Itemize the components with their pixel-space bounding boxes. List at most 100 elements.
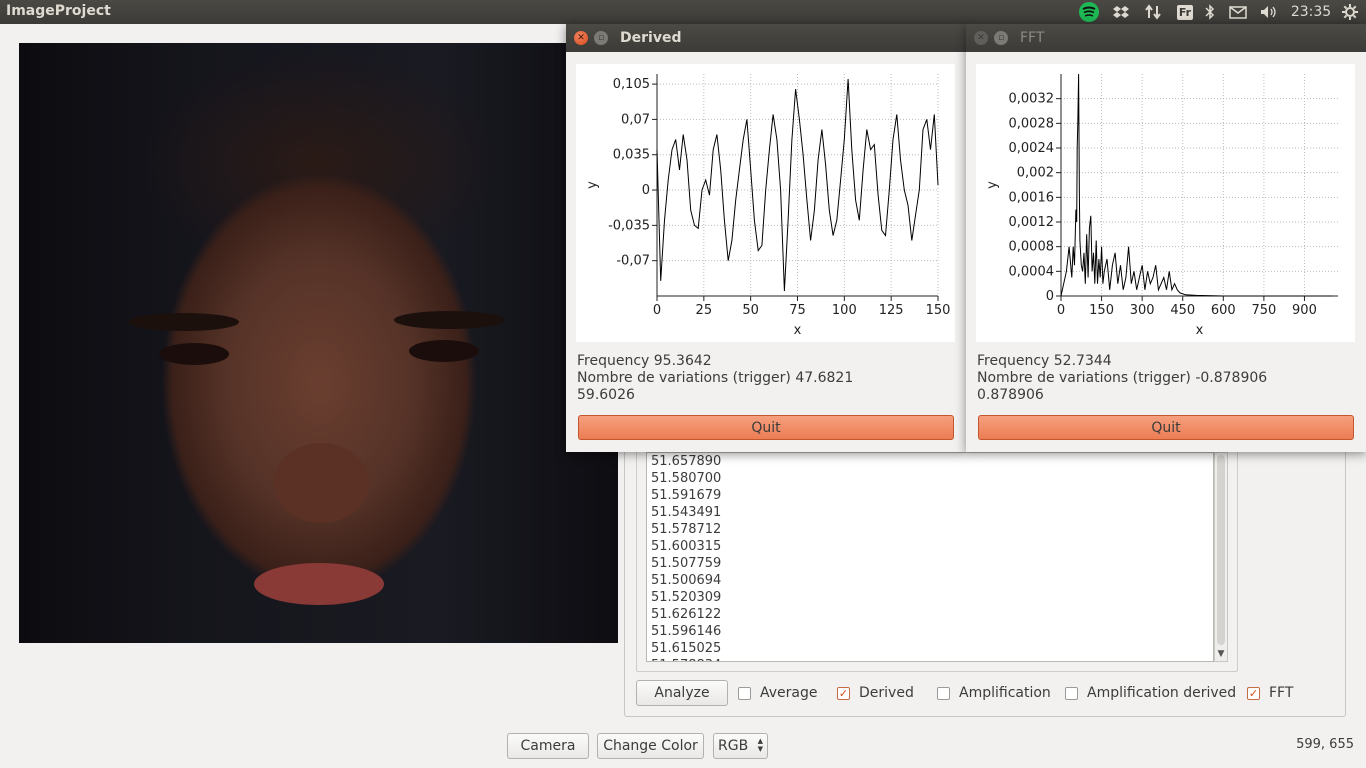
color-mode-select[interactable]: RGB ▲ ▼ bbox=[713, 733, 768, 759]
spin-arrows-icon: ▲ ▼ bbox=[757, 737, 763, 753]
x-tick-label: 100 bbox=[832, 303, 857, 318]
y-tick-label: 0 bbox=[642, 183, 650, 198]
y-tick-label: 0,105 bbox=[613, 77, 650, 92]
derived-plot: 0 25 50 75 100 125 150 0,105 0,07 0,035 0 -0,035 -0,… bbox=[576, 64, 955, 342]
network-icon[interactable] bbox=[1143, 2, 1163, 22]
app-title: ImageProject bbox=[6, 3, 111, 19]
x-tick-label: 150 bbox=[1089, 303, 1114, 318]
y-tick-label: -0,07 bbox=[616, 254, 650, 269]
face-lips bbox=[254, 563, 384, 605]
minimize-icon[interactable]: ▫ bbox=[594, 31, 608, 45]
face-right-eye bbox=[409, 340, 479, 362]
y-tick-label: 0,0004 bbox=[1009, 264, 1055, 279]
amplification-checkbox-box[interactable] bbox=[937, 686, 950, 700]
x-tick-label: 50 bbox=[742, 303, 759, 318]
settings-gear-icon[interactable] bbox=[1340, 2, 1360, 22]
derived-window-titlebar[interactable]: ✕ ▫ Derived bbox=[566, 24, 966, 52]
scrollbar-thumb[interactable] bbox=[1217, 455, 1225, 645]
x-tick-label: 75 bbox=[789, 303, 806, 318]
y-tick-label: 0,0016 bbox=[1009, 190, 1055, 205]
y-axis-label: y bbox=[585, 181, 600, 189]
y-tick-label: 0,0024 bbox=[1009, 141, 1055, 156]
dropbox-icon[interactable] bbox=[1111, 2, 1131, 22]
amplification-derived-checkbox[interactable]: Amplification derived bbox=[1065, 684, 1236, 702]
derived-checkbox-box[interactable]: ✓ bbox=[837, 686, 850, 700]
close-icon[interactable]: ✕ bbox=[974, 31, 988, 45]
fft-checkbox-box[interactable]: ✓ bbox=[1247, 686, 1260, 700]
fft-quit-button[interactable]: Quit bbox=[978, 415, 1354, 440]
amplification-checkbox-label: Amplification bbox=[959, 685, 1051, 701]
derived-variations: Nombre de variations (trigger) 47.6821 bbox=[577, 370, 854, 386]
list-item[interactable]: 51.507759 bbox=[647, 555, 1213, 572]
amplification-checkbox[interactable]: Amplification bbox=[937, 684, 1051, 702]
derived-frequency: Frequency 95.3642 bbox=[577, 353, 712, 369]
list-item[interactable]: 51.520309 bbox=[647, 589, 1213, 606]
change-color-button[interactable]: Change Color bbox=[597, 733, 704, 759]
list-item[interactable]: 51.596146 bbox=[647, 623, 1213, 640]
color-mode-value: RGB bbox=[718, 738, 749, 754]
x-axis-label: x bbox=[1196, 323, 1204, 338]
minimize-icon[interactable]: ▫ bbox=[994, 31, 1008, 45]
y-tick-label: 0,0032 bbox=[1009, 92, 1055, 107]
derived-window: ✕ ▫ Derived 0 25 50 75 100 125 150 0,105 0,07 0,0… bbox=[566, 24, 966, 452]
list-item[interactable]: 51.578834 bbox=[647, 657, 1213, 661]
volume-icon[interactable] bbox=[1259, 2, 1279, 22]
face-nose bbox=[274, 443, 369, 523]
fft-checkbox[interactable]: ✓ FFT bbox=[1247, 684, 1293, 702]
fft-checkbox-label: FFT bbox=[1269, 685, 1294, 701]
fft-window-title: FFT bbox=[1020, 30, 1045, 46]
values-list-scrollbar[interactable]: ▼ bbox=[1214, 452, 1228, 662]
y-tick-label: 0 bbox=[1046, 289, 1054, 304]
camera-button[interactable]: Camera bbox=[507, 733, 589, 759]
fft-extra-value: 0.878906 bbox=[977, 387, 1044, 403]
list-item[interactable]: 51.543491 bbox=[647, 504, 1213, 521]
close-icon[interactable]: ✕ bbox=[574, 31, 588, 45]
fft-variations: Nombre de variations (trigger) -0.878906 bbox=[977, 370, 1268, 386]
y-axis-label: y bbox=[985, 181, 1000, 189]
analyze-button[interactable]: Analyze bbox=[636, 680, 728, 706]
y-tick-label: 0,0028 bbox=[1009, 116, 1055, 131]
face-right-brow bbox=[394, 311, 504, 329]
y-tick-label: -0,035 bbox=[608, 218, 650, 233]
bluetooth-icon[interactable] bbox=[1202, 2, 1218, 22]
y-tick-label: 0,0008 bbox=[1009, 240, 1055, 255]
keyboard-layout-label: Fr bbox=[1176, 4, 1194, 20]
list-item[interactable]: 51.600315 bbox=[647, 538, 1213, 555]
values-list[interactable]: 51.657890 51.580700 51.591679 51.543491 51.5… bbox=[646, 452, 1214, 662]
fft-chart-svg: 0 150 300 450 600 750 900 0,0032 0,0028 0,0024 0,0… bbox=[985, 73, 1338, 338]
average-checkbox-box[interactable] bbox=[738, 686, 751, 700]
list-item[interactable]: 51.626122 bbox=[647, 606, 1213, 623]
x-tick-label: 300 bbox=[1130, 303, 1155, 318]
spotify-icon[interactable] bbox=[1077, 2, 1101, 22]
list-item[interactable]: 51.591679 bbox=[647, 487, 1213, 504]
list-item[interactable]: 51.615025 bbox=[647, 640, 1213, 657]
y-tick-label: 0,002 bbox=[1017, 166, 1054, 181]
list-item[interactable]: 51.500694 bbox=[647, 572, 1213, 589]
top-panel: ImageProject Fr 23:35 bbox=[0, 0, 1366, 24]
x-tick-label: 750 bbox=[1251, 303, 1276, 318]
clock[interactable]: 23:35 bbox=[1289, 2, 1333, 22]
derived-extra-value: 59.6026 bbox=[577, 387, 635, 403]
x-tick-label: 600 bbox=[1211, 303, 1236, 318]
amplification-derived-checkbox-label: Amplification derived bbox=[1087, 685, 1237, 701]
y-tick-label: 0,0012 bbox=[1009, 215, 1055, 230]
list-item[interactable]: 51.578712 bbox=[647, 521, 1213, 538]
face-left-brow bbox=[129, 313, 239, 331]
scroll-down-arrow-icon[interactable]: ▼ bbox=[1215, 647, 1227, 661]
mail-icon[interactable] bbox=[1228, 2, 1248, 22]
list-item[interactable]: 51.657890 bbox=[647, 453, 1213, 470]
derived-chart-svg: 0 25 50 75 100 125 150 0,105 0,07 0,035 0 -0,035 -0,… bbox=[585, 74, 951, 338]
x-tick-label: 125 bbox=[879, 303, 904, 318]
x-axis-label: x bbox=[794, 323, 802, 338]
fft-frequency: Frequency 52.7344 bbox=[977, 353, 1112, 369]
amplification-derived-checkbox-box[interactable] bbox=[1065, 686, 1078, 700]
fft-window-titlebar[interactable]: ✕ ▫ FFT bbox=[966, 24, 1366, 52]
derived-checkbox-label: Derived bbox=[859, 685, 914, 701]
derived-quit-button[interactable]: Quit bbox=[578, 415, 954, 440]
keyboard-layout-icon[interactable]: Fr bbox=[1175, 2, 1195, 22]
fft-plot: 0 150 300 450 600 750 900 0,0032 0,0028 0,0024 0,0… bbox=[976, 64, 1355, 342]
x-tick-label: 150 bbox=[926, 303, 951, 318]
average-checkbox[interactable]: Average bbox=[738, 684, 818, 702]
derived-checkbox[interactable]: ✓ Derived bbox=[837, 684, 914, 702]
list-item[interactable]: 51.580700 bbox=[647, 470, 1213, 487]
